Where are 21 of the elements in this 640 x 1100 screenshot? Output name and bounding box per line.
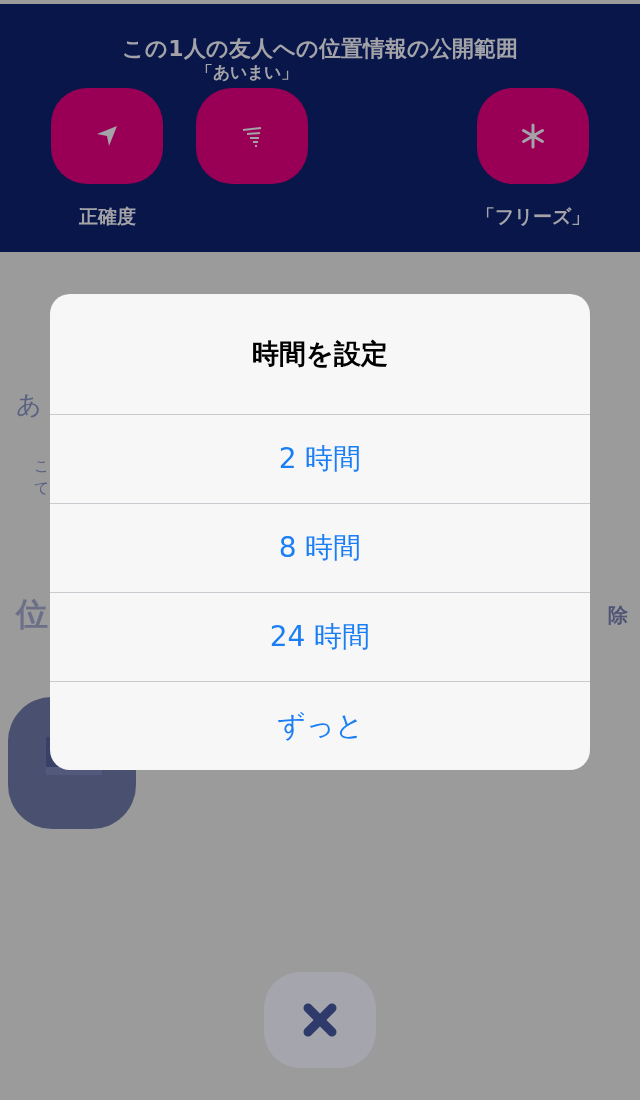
dialog-option[interactable]: 8 時間 <box>50 503 590 592</box>
body-text: あ <box>16 389 42 421</box>
header-title: この1人の友人への位置情報の公開範囲 <box>121 36 519 62</box>
body-text: こ <box>34 456 49 477</box>
body-text: て <box>34 478 49 499</box>
dialog-option[interactable]: 24 時間 <box>50 592 590 681</box>
dialog-option[interactable]: ずっと <box>50 681 590 770</box>
option-label: 「フリーズ」 <box>476 204 590 229</box>
close-button[interactable] <box>264 972 376 1068</box>
option-label: 正確度 <box>78 204 136 229</box>
navigation-arrow-icon <box>95 124 119 148</box>
option-button[interactable] <box>51 88 163 184</box>
striped-arrow-icon <box>241 125 263 147</box>
snowflake-icon <box>520 123 546 149</box>
header-subtitle: 「あいまい」 <box>196 62 298 82</box>
dialog-option[interactable]: 2 時間 <box>50 414 590 503</box>
close-icon <box>303 1003 337 1037</box>
dialog-title: 時間を設定 <box>252 337 388 371</box>
section-action: 除 <box>608 601 628 629</box>
option-button[interactable] <box>196 88 308 184</box>
option-button[interactable] <box>477 88 589 184</box>
